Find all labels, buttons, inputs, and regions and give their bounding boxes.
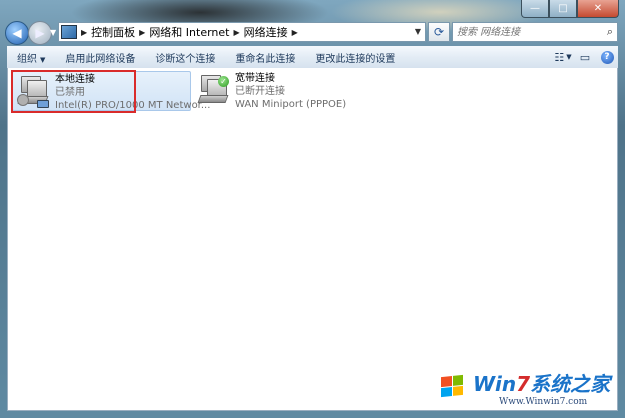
rename-button[interactable]: 重命名此连接 [225,50,305,65]
broadband-network-icon: ✓ [193,71,235,109]
view-options-button[interactable]: ☷ ▼ [552,48,574,66]
windows-flag-icon [441,374,463,398]
organize-label: 组织 [17,53,37,65]
watermark-brand-seven: 7 [516,372,531,396]
diagnose-button[interactable]: 诊断这个连接 [145,50,225,65]
connection-status: 已禁用 [55,87,85,98]
breadcrumb-control-panel[interactable]: 控制面板 [91,24,135,40]
connections-list: 本地连接 已禁用 Intel(R) PRO/1000 MT Networ... … [7,68,618,411]
connection-local-text: 本地连接 已禁用 Intel(R) PRO/1000 MT Networ... [55,72,210,112]
search-box[interactable]: ⌕ [452,22,618,42]
command-bar: 组织 ▼ 启用此网络设备 诊断这个连接 重命名此连接 更改此连接的设置 ☷ ▼ ▭ … [7,46,618,69]
check-icon: ✓ [218,76,229,87]
preview-pane-icon: ▭ [579,50,591,64]
forward-button[interactable]: ▶ [28,21,52,45]
address-dropdown-icon[interactable]: ▼ [415,27,421,36]
connection-name: 宽带连接 [235,73,275,84]
chevron-down-icon: ▼ [40,55,46,64]
chevron-down-icon: ▼ [566,53,572,61]
caption-buttons: — □ ✕ [521,0,619,18]
organize-menu[interactable]: 组织 ▼ [7,50,55,65]
control-panel-icon [61,25,77,39]
watermark-brand-a: Win [473,372,517,396]
monitor-icon [27,80,47,97]
wired-network-icon [13,72,55,110]
watermark-brand: Win7系统之家 [473,368,610,397]
minimize-button[interactable]: — [521,0,549,18]
view-icon: ☷ [554,50,565,64]
breadcrumb-network-internet[interactable]: 网络和 Internet [149,24,229,40]
command-bar-right: ☷ ▼ ▭ ? [552,46,618,68]
network-cable-icon [37,100,49,108]
chevron-right-icon[interactable]: ▶ [292,28,298,37]
change-settings-button[interactable]: 更改此连接的设置 [305,50,405,65]
back-button[interactable]: ◀ [5,21,29,45]
connection-device: Intel(R) PRO/1000 MT Networ... [55,100,211,111]
close-button[interactable]: ✕ [577,0,619,18]
refresh-icon: ⟳ [433,25,445,39]
connection-name: 本地连接 [55,74,95,85]
connection-broadband-text: 宽带连接 已断开连接 WAN Miniport (PPPOE) [235,71,346,111]
address-bar[interactable]: ▶ 控制面板 ▶ 网络和 Internet ▶ 网络连接 ▶ ▼ [58,22,426,42]
chevron-right-icon[interactable]: ▶ [139,28,145,37]
disabled-status-icon [17,94,29,106]
watermark-brand-b: 系统之家 [530,372,611,396]
enable-device-button[interactable]: 启用此网络设备 [55,50,145,65]
search-input[interactable] [453,25,599,39]
breadcrumb-network-connections[interactable]: 网络连接 [244,24,288,40]
windows-logo [431,366,471,406]
chevron-right-icon[interactable]: ▶ [234,28,240,37]
connection-broadband[interactable]: ✓ 宽带连接 已断开连接 WAN Miniport (PPPOE) [193,71,373,111]
connection-local[interactable]: 本地连接 已禁用 Intel(R) PRO/1000 MT Networ... [12,71,210,111]
recent-pages-dropdown[interactable]: ▼ [50,28,56,37]
maximize-button[interactable]: □ [549,0,577,18]
refresh-button[interactable]: ⟳ [428,22,450,42]
chevron-right-icon[interactable]: ▶ [81,28,87,37]
help-icon: ? [600,50,614,64]
connection-status: 已断开连接 [235,86,285,97]
watermark-url: Www.Winwin7.com [499,397,588,407]
arrow-left-icon: ◀ [12,26,22,40]
connection-device: WAN Miniport (PPPOE) [235,99,347,110]
network-base-icon [197,95,229,103]
address-row: ◀ ▶ ▼ ▶ 控制面板 ▶ 网络和 Internet ▶ 网络连接 ▶ ▼ ⟳… [0,18,625,46]
search-icon[interactable]: ⌕ [607,25,613,39]
preview-pane-button[interactable]: ▭ [574,48,596,66]
window-frame: — □ ✕ ◀ ▶ ▼ ▶ 控制面板 ▶ 网络和 Internet ▶ 网络连接… [0,0,625,418]
watermark: Win7系统之家 Www.Winwin7.com [429,364,619,412]
arrow-right-icon: ▶ [35,26,45,40]
help-button[interactable]: ? [596,48,618,66]
